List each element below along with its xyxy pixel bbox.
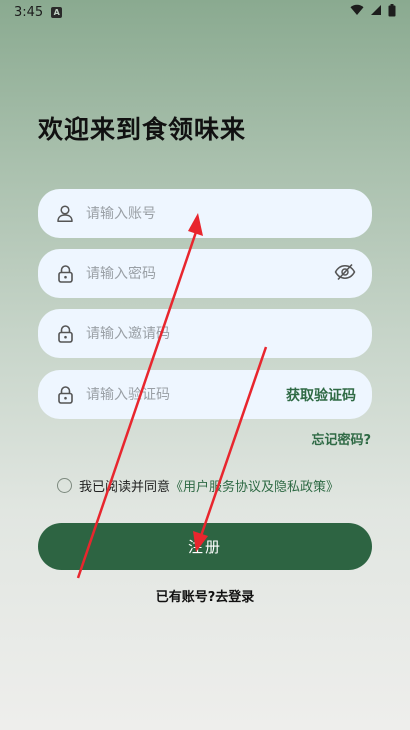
login-prompt: 已有账号? — [155, 590, 216, 605]
lock-icon — [56, 264, 74, 283]
register-button[interactable]: 注册 — [38, 523, 372, 570]
wifi-icon — [350, 4, 364, 20]
verification-code-field[interactable]: 获取验证码 — [38, 370, 372, 419]
lock-icon — [56, 385, 74, 404]
page-title: 欢迎来到食领味来 — [38, 115, 247, 144]
account-input[interactable] — [86, 205, 356, 222]
verification-code-input[interactable] — [86, 386, 286, 403]
status-bar: 3:45 A — [0, 0, 410, 24]
agreement-link[interactable]: 《用户服务协议及隐私政策》 — [170, 476, 339, 495]
password-field[interactable] — [38, 249, 372, 298]
login-link[interactable]: 去登录 — [215, 590, 254, 605]
invite-code-input[interactable] — [86, 325, 356, 342]
battery-icon — [388, 3, 396, 21]
agreement-checkbox[interactable] — [57, 478, 72, 493]
user-icon — [56, 205, 74, 223]
status-time: 3:45 — [14, 4, 44, 20]
agreement-row: 我已阅读并同意 《用户服务协议及隐私政策》 — [57, 476, 339, 495]
lock-icon — [56, 324, 74, 343]
eye-off-icon[interactable] — [334, 263, 356, 285]
account-field[interactable] — [38, 189, 372, 238]
invite-code-field[interactable] — [38, 309, 372, 358]
notification-a-icon: A — [51, 6, 63, 18]
signal-icon — [370, 4, 382, 20]
login-prompt-row: 已有账号?去登录 — [0, 586, 410, 605]
status-right — [350, 3, 396, 21]
agreement-text: 我已阅读并同意 — [79, 480, 171, 495]
status-left: 3:45 A — [14, 4, 63, 20]
forgot-password-link[interactable]: 忘记密码? — [311, 429, 371, 448]
password-input[interactable] — [86, 265, 334, 282]
get-code-button[interactable]: 获取验证码 — [286, 385, 356, 405]
